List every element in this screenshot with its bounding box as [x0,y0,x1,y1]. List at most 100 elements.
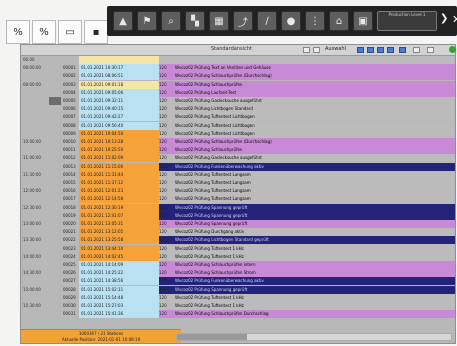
row-description: Wvcoz02 Prüfung Funkenüberwachung aktiv [173,277,455,286]
row-code: 120 [159,179,173,187]
table-row[interactable]: 15:30:00 00030 01.01.2021 15:27:03 120 Wvcoz… [21,302,455,310]
more-icon[interactable]: ⋮ [305,11,325,31]
row-time: 15:30:00 [23,303,41,308]
table-row[interactable]: 10:00:00 00010 01.01.2021 10:13:28 120 Wvcoz… [21,138,455,146]
home-icon[interactable]: ⌂ [329,11,349,31]
edit-icon[interactable]: ∕ [257,11,277,31]
production-select[interactable]: Production Level 1 [377,11,437,31]
table-row[interactable]: 14:30:00 00026 01.01.2021 14:25:22 120 Wvcoz… [21,269,455,278]
row-time [21,72,47,80]
row-time [21,89,47,97]
view-icon[interactable] [399,47,406,53]
table-row[interactable]: 00029 01.01.2021 15:14:48 120 Wvcoz02 Prüfu… [21,293,455,302]
table-row[interactable]: 08:00:00 00003 01.01.2021 09:01:18 120 Wvcoz… [21,80,455,89]
row-description: Wvcoz02 Prüfung Tuftentest Langsam [173,195,455,204]
table-row[interactable]: 12:30:00 00018 01.01.2021 12:30:19 120 Wvcoz… [21,203,455,212]
row-code: 120 [159,261,173,269]
settings-button[interactable] [413,47,420,53]
row-time [21,97,47,105]
table-row[interactable]: 00025 01.01.2021 14:14:09 120 Wvcoz02 Prüfu… [21,261,455,269]
row-code: 120 [159,121,173,130]
table-row[interactable]: 00021 01.01.2021 13:12:05 120 Wvcoz02 Prüfu… [21,228,455,237]
search-icon[interactable]: ⌕ [161,11,181,31]
row-code: 120 [159,220,173,228]
horizontal-scrollbar[interactable] [176,333,452,341]
table-row[interactable]: 00027 01.01.2021 14:38:56 120 Wvcoz02 Prüfu… [21,277,455,286]
row-description: Wvcoz02 Prüfung Lichtbogen Standard gepr… [173,236,455,245]
table-row[interactable]: 14:00:00 00024 01.01.2021 14:02:45 120 Wvcoz… [21,252,455,261]
close-icon[interactable]: ✕ [452,13,457,26]
table-row[interactable]: 00006 01.01.2021 09:40:15 120 Wvcoz02 Prüfu… [21,105,455,114]
row-id: 00025 [63,262,76,267]
table-row[interactable]: 00009 01.01.2021 10:04:50 120 Wvcoz02 Prüfu… [21,129,455,138]
row-description: Wvcoz02 Prüfung Tuftentest Lichtbogen [173,113,455,122]
table-row[interactable]: 00007 01.01.2021 09:42:27 120 Wvcoz02 Prüfu… [21,113,455,122]
row-id: 00027 [63,278,76,284]
flag-icon[interactable]: ⚑ [137,11,157,31]
row-time [21,146,47,154]
row-datetime: 01.01.2021 14:02:45 [79,252,159,261]
table-row[interactable]: 00031 01.01.2021 15:41:36 120 Wvcoz02 Prüfu… [21,310,455,319]
row-id: 00007 [63,114,76,120]
table-row[interactable]: 00015 01.01.2021 11:37:12 120 Wvcoz02 Prüfu… [21,179,455,187]
view-tabs: %% ▭ ▪ [6,20,108,44]
table-row[interactable]: 13:30:00 00022 01.01.2021 13:25:58 120 Wvcoz… [21,236,455,245]
view-icon[interactable] [387,47,394,53]
scrollbar-thumb[interactable] [177,334,247,340]
row-description: Wvcoz02 Prüfung Schlauchprüfen (Durchsch… [173,72,455,81]
view-icon[interactable] [377,47,384,53]
grid-toggle-button[interactable] [303,47,310,53]
row-time [21,179,47,187]
row-id: 00005 [63,98,76,103]
chevron-down-icon[interactable]: ❯ [440,13,450,27]
filter-toggle-button[interactable] [313,47,320,53]
export-icon[interactable]: ⤴ [233,11,253,31]
table-row[interactable]: 00002 01.01.2021 08:06:51 120 Wvcoz02 Prüfu… [21,72,455,81]
row-marker [49,97,61,105]
export-button[interactable] [427,47,434,53]
row-id: 00002 [63,73,76,79]
percent-icon[interactable]: % [32,20,56,44]
table-row[interactable]: 00011 01.01.2021 10:25:50 120 Wvcoz02 Prüfu… [21,146,455,155]
row-datetime: 01.01.2021 09:42:27 [79,113,159,122]
table-row[interactable]: 13:00:00 00020 01.01.2021 13:05:31 120 Wvcoz… [21,220,455,228]
row-description: Wvcoz02 Prüfung Spannung geprüft [173,203,455,212]
table-row[interactable]: 00005 01.01.2021 09:32:11 120 Wvcoz02 Prüfu… [21,97,455,105]
row-datetime: 01.01.2021 10:04:50 [79,129,159,138]
table-row[interactable]: 11:00:00 00012 01.01.2021 11:02:09 120 Wvcoz… [21,154,455,163]
window-icon[interactable]: ▣ [353,11,373,31]
upload-icon[interactable]: ▲ [113,11,133,31]
table-row[interactable]: 00004 01.01.2021 09:05:06 120 Wvcoz02 Prüfu… [21,88,455,97]
grid-icon[interactable]: ▦ [209,11,229,31]
row-id: 00008 [63,122,76,128]
view-icon[interactable] [357,47,364,53]
table-row[interactable]: 00008 01.01.2021 09:56:40 120 Wvcoz02 Prüfu… [21,121,455,130]
row-time: 14:00:00 [23,253,41,259]
row-datetime: 01.01.2021 11:02:09 [79,154,159,163]
view-icon[interactable] [367,47,374,53]
row-id: 00010 [63,139,76,144]
row-time: 08:00:00 [23,65,41,71]
table-row[interactable]: 00013 01.01.2021 11:15:00 120 Wvcoz02 Prüfu… [21,162,455,171]
table-row[interactable]: 15:00:00 00028 01.01.2021 15:02:11 120 Wvcoz… [21,285,455,294]
table-icon[interactable]: ▭ [58,20,82,44]
row-time: 13:00:00 [23,221,41,226]
row-time: 11:30:00 [23,171,41,177]
row-time: 06:00 [23,57,35,62]
table-row[interactable]: 11:30:00 00014 01.01.2021 11:31:44 120 Wvcoz… [21,170,455,179]
row-datetime: 01.01.2021 12:01:23 [79,187,159,196]
table-row[interactable]: 12:00:00 00016 01.01.2021 12:01:23 120 Wvcoz… [21,187,455,196]
chart-icon[interactable]: ▚ [185,11,205,31]
row-datetime: 01.01.2021 13:25:58 [79,236,159,245]
table-row[interactable]: 08:00:00 00001 01.01.2021 10:30:17 120 Wvcoz… [21,64,455,73]
camera-icon[interactable]: ▪ [84,20,108,44]
table-row[interactable]: 00023 01.01.2021 13:44:10 120 Wvcoz02 Prüfu… [21,244,455,253]
row-description: Wvcoz02 Prüfung Schlauchprüfen [173,80,455,89]
row-time: 12:30:00 [23,204,41,210]
percent-icon[interactable]: % [6,20,30,44]
table-row[interactable]: 00017 01.01.2021 12:14:58 120 Wvcoz02 Prüfu… [21,195,455,204]
table-row[interactable]: 00019 01.01.2021 12:41:07 120 Wvcoz02 Prüfu… [21,211,455,220]
record-icon[interactable]: ● [281,11,301,31]
table-row[interactable]: 06:00 [21,56,455,64]
row-description: Wvcoz02 Prüfung Spannung geprüft [173,220,455,228]
